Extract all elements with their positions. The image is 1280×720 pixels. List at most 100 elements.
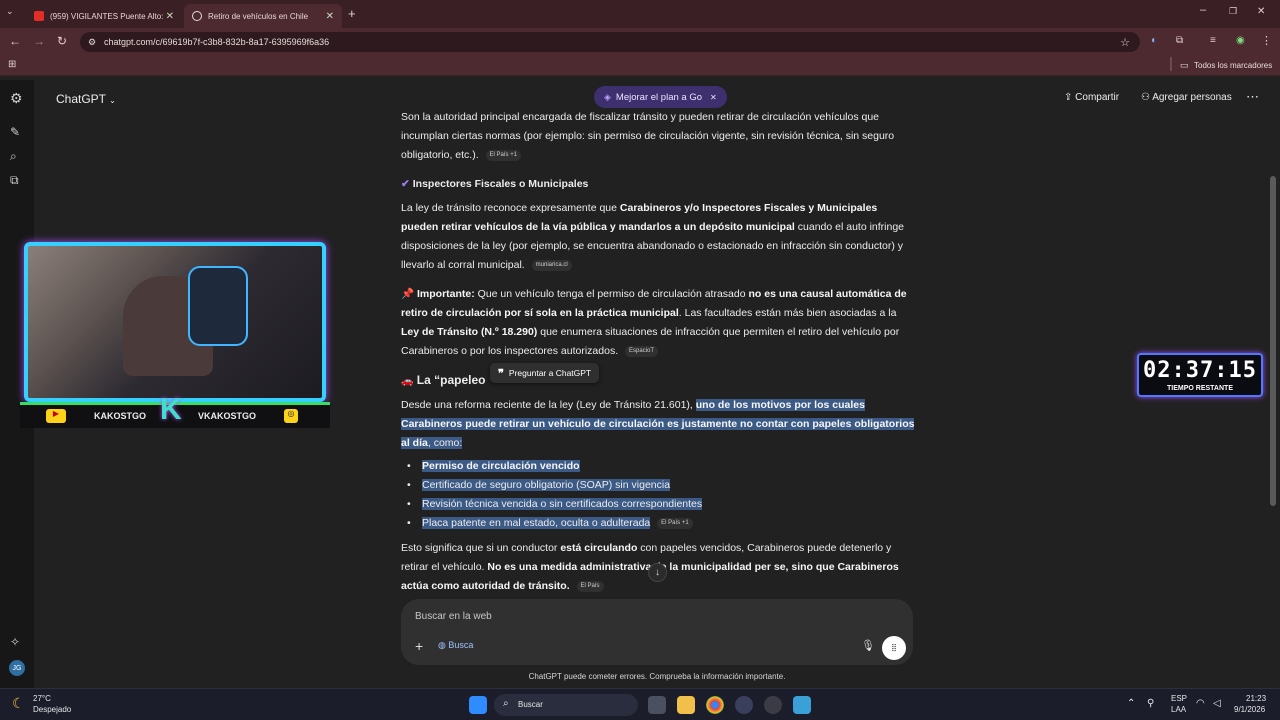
window-close-icon[interactable]: ✕	[1257, 6, 1265, 17]
webcam-name-bar: ▶ KAKOSTGO K VKAKOSTGO ◎	[20, 393, 330, 428]
search-chats-icon[interactable]: ⌕	[10, 149, 17, 164]
text-run: , como:	[427, 437, 463, 449]
search-web-chip[interactable]: ◍ Busca	[438, 640, 473, 651]
clock-time[interactable]: 21:23	[1246, 694, 1266, 703]
channel-name-right: VKAKOSTGO	[198, 411, 257, 421]
dismiss-icon[interactable]: ✕	[710, 93, 717, 102]
tab-search-icon[interactable]: ⌄	[6, 6, 14, 17]
upgrade-label: Mejorar el plan a Go	[615, 91, 702, 103]
voice-mode-button[interactable]: ⦙⦙	[882, 636, 906, 660]
section-heading-papeleo: 🚗 La “papeleo	[401, 371, 916, 391]
text-run: La ley de tránsito reconoce expresamente…	[401, 202, 620, 214]
upgrade-plan-button[interactable]: ◈ Mejorar el plan a Go ✕	[594, 86, 727, 108]
facebook-icon[interactable]	[793, 696, 811, 714]
list-item-text: Permiso de circulación vencido	[422, 460, 580, 472]
paragraph-carabineros: Son la autoridad principal encargada de …	[401, 108, 916, 165]
network-icon[interactable]: ⚲	[1147, 698, 1154, 709]
gaming-chair	[188, 266, 248, 346]
search-label: Buscar	[518, 700, 543, 709]
share-button[interactable]: ⇪ Compartir	[1064, 92, 1119, 103]
close-tab-icon[interactable]: ✕	[326, 11, 334, 22]
citation-source: El País	[489, 151, 509, 158]
paragraph-reforma: Desde una reforma reciente de la ley (Le…	[401, 396, 916, 453]
new-tab-icon[interactable]: +	[348, 6, 356, 21]
maximize-icon[interactable]: ❐	[1229, 6, 1237, 17]
quote-icon: ❞	[498, 367, 504, 380]
language-indicator[interactable]: ESP	[1171, 694, 1187, 703]
audio-icon[interactable]: ◖	[1150, 35, 1156, 46]
taskbar-search[interactable]: ⌕ Buscar	[494, 694, 638, 716]
citation-badge[interactable]: El País	[576, 580, 604, 592]
back-icon[interactable]: ←	[9, 34, 21, 48]
weather-temp[interactable]: 27°C	[33, 694, 51, 703]
moon-weather-icon[interactable]: ☾	[12, 695, 25, 712]
extensions-icon[interactable]: ⧉	[1176, 35, 1183, 46]
reload-icon[interactable]: ↻	[57, 34, 67, 48]
windows-start-icon[interactable]	[469, 696, 487, 714]
chatgpt-favicon-icon	[192, 11, 202, 21]
sparkle-icon[interactable]: ✧	[10, 635, 20, 649]
browser-tab-strip: ⌄ (959) VIGILANTES Puente Alto: ✕ Retiro…	[0, 0, 1280, 28]
page-scrollbar[interactable]	[1270, 176, 1276, 506]
model-selector[interactable]: ChatGPT ⌄	[56, 92, 116, 106]
profile-icon[interactable]: ◉	[1236, 35, 1245, 46]
scroll-down-button[interactable]: ↓	[648, 563, 667, 582]
instagram-icon: ◎	[284, 409, 298, 423]
new-chat-icon[interactable]: ✎	[10, 125, 20, 139]
windows-taskbar: ☾ 27°C Despejado ⌕ Buscar ⌃ ⚲ ESP LAA ◠ …	[0, 688, 1280, 720]
paragraph-inspectors: La ley de tránsito reconoce expresamente…	[401, 199, 916, 275]
bookmark-star-icon[interactable]: ☆	[1120, 36, 1130, 49]
speaker-icon[interactable]: ◁	[1213, 698, 1221, 709]
minimize-icon[interactable]: –	[1200, 4, 1206, 16]
tab-chatgpt[interactable]: Retiro de vehículos en Chile ✕	[184, 4, 342, 28]
citation-badge[interactable]: EspacioT	[625, 345, 659, 357]
tab-vigilantes[interactable]: (959) VIGILANTES Puente Alto: ✕	[26, 4, 182, 28]
library-icon[interactable]: ⧉	[10, 173, 19, 188]
webcam-feed	[24, 242, 326, 402]
close-tab-icon[interactable]: ✕	[166, 11, 174, 22]
citation-badge[interactable]: El País +1	[485, 149, 522, 161]
url-text: chatgpt.com/c/69619b7f-c3b8-832b-8a17-63…	[104, 37, 330, 47]
browser-menu-icon[interactable]: ⋮	[1261, 34, 1272, 47]
steam-icon[interactable]	[764, 696, 782, 714]
reading-list-icon[interactable]: ≡	[1210, 35, 1216, 46]
list-item: Revisión técnica vencida o sin certifica…	[401, 495, 916, 514]
site-info-icon[interactable]: ⚙	[88, 37, 96, 48]
heading-text: La “papeleo	[416, 373, 486, 387]
all-bookmarks-link[interactable]: Todos los marcadores	[1194, 61, 1272, 70]
more-options-icon[interactable]: ⋯	[1246, 89, 1259, 105]
file-explorer-icon[interactable]	[677, 696, 695, 714]
wifi-icon[interactable]: ◠	[1196, 698, 1205, 709]
openai-logo-icon[interactable]: ⚙	[10, 90, 23, 107]
channel-name-left: KAKOSTGO	[94, 411, 147, 421]
youtube-icon: ▶	[46, 409, 66, 423]
list-item: Certificado de seguro obligatorio (SOAP)…	[401, 476, 916, 495]
tray-chevron-icon[interactable]: ⌃	[1127, 698, 1135, 709]
text-run: Esto significa que si un conductor	[401, 542, 561, 554]
apps-grid-icon[interactable]: ⊞	[8, 59, 16, 70]
app-icon[interactable]	[735, 696, 753, 714]
bookmarks-bar: ⊞ ▭ Todos los marcadores	[0, 56, 1280, 76]
weather-desc: Despejado	[33, 705, 72, 714]
text-run: Desde una reforma reciente de la ley (Le…	[401, 399, 696, 411]
pushpin-icon: 📌	[401, 288, 415, 300]
requirements-list: Permiso de circulación vencido Certifica…	[401, 457, 916, 533]
add-people-button[interactable]: ⚇ Agregar personas	[1141, 92, 1232, 103]
microphone-icon[interactable]: 🎙	[861, 639, 875, 652]
folder-icon: ▭	[1180, 60, 1189, 70]
share-icon: ⇪	[1064, 92, 1076, 103]
prompt-input[interactable]: Buscar en la web	[415, 611, 492, 622]
attach-plus-icon[interactable]: +	[415, 638, 423, 654]
heading-text: Inspectores Fiscales o Municipales	[412, 178, 589, 190]
citation-badge[interactable]: El País +1	[657, 517, 693, 529]
forward-icon[interactable]: →	[33, 34, 45, 48]
ask-chatgpt-tooltip[interactable]: ❞ Preguntar a ChatGPT	[490, 363, 600, 383]
list-item-text: Certificado de seguro obligatorio (SOAP)…	[422, 479, 671, 491]
citation-badge[interactable]: muniarica.cl	[531, 259, 572, 271]
chrome-icon[interactable]	[706, 696, 724, 714]
task-view-icon[interactable]	[648, 696, 666, 714]
url-field[interactable]: ⚙ chatgpt.com/c/69619b7f-c3b8-832b-8a17-…	[80, 32, 1140, 52]
text-run: Que un vehículo tenga el permiso de circ…	[474, 288, 749, 300]
timer-label: TIEMPO RESTANTE	[1167, 385, 1233, 392]
bold-run: Importante:	[417, 288, 475, 300]
